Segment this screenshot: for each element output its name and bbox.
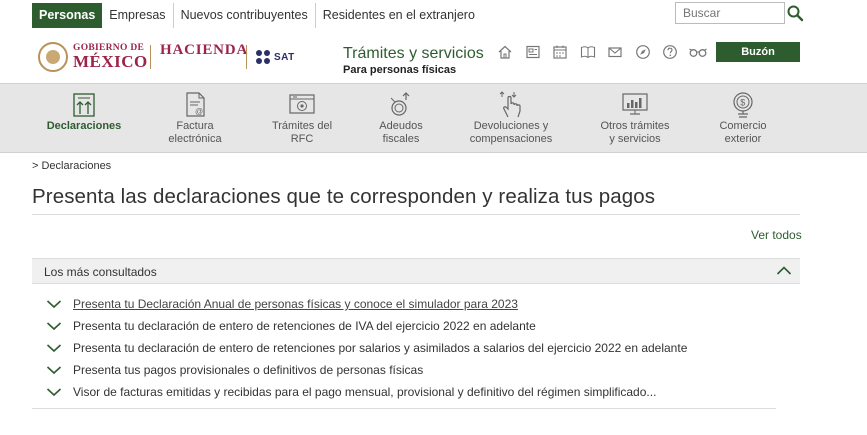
nav-item-declaraciones[interactable]: Declaraciones <box>40 84 128 152</box>
audience-tab-empresas[interactable]: Empresas <box>102 3 174 28</box>
nav-item-adeudos-fiscales[interactable]: Adeudos fiscales <box>361 84 441 152</box>
audience-tab-residentes-extranjero[interactable]: Residentes en el extranjero <box>316 3 482 28</box>
mexico-seal-icon <box>38 42 68 72</box>
section-heading: Trámites y servicios Para personas físic… <box>343 45 484 76</box>
svg-text:@: @ <box>195 107 203 116</box>
list-item-link[interactable]: Presenta tu declaración de entero de ret… <box>73 319 536 333</box>
list-item-link[interactable]: Presenta tu Declaración Anual de persona… <box>73 297 518 311</box>
book-icon[interactable] <box>578 43 598 61</box>
nav-label-line1: Trámites del <box>271 120 333 132</box>
most-consulted-header[interactable]: Los más consultados <box>32 258 800 284</box>
glasses-icon[interactable] <box>688 43 708 61</box>
chevron-down-icon <box>46 386 62 397</box>
nav-label-line1: Otros trámites <box>600 120 670 132</box>
list-item[interactable]: Presenta tu Declaración Anual de persona… <box>44 295 800 317</box>
nav-item-label: Trámites del RFC <box>262 120 342 146</box>
hacienda-logo-text: HACIENDA <box>160 42 249 58</box>
nav-label-line2: fiscales <box>382 133 420 145</box>
chevron-down-icon <box>46 342 62 353</box>
chevron-up-icon[interactable] <box>776 265 792 277</box>
declaraciones-icon <box>69 89 99 119</box>
hacienda-logo[interactable]: HACIENDA <box>160 43 248 65</box>
list-item-link[interactable]: Presenta tus pagos provisionales o defin… <box>73 363 423 377</box>
gob-logo-line2: MÉXICO <box>73 52 148 72</box>
svg-text:$: $ <box>740 98 745 108</box>
nav-label-line2: y servicios <box>609 133 661 145</box>
breadcrumb[interactable]: > Declaraciones <box>32 160 111 172</box>
header-icons <box>495 43 715 61</box>
ver-todos-link[interactable]: Ver todos <box>751 228 802 242</box>
search-input[interactable] <box>675 2 785 24</box>
page-title: Presenta las declaraciones que te corres… <box>32 185 656 208</box>
logo-divider <box>246 45 247 69</box>
sat-mark-icon <box>256 50 271 65</box>
most-consulted-list: Presenta tu Declaración Anual de persona… <box>44 295 800 405</box>
nav-item-factura-electronica[interactable]: @ Factura electrónica <box>155 84 235 152</box>
coins-icon <box>386 89 416 119</box>
calendar-icon[interactable] <box>550 43 570 61</box>
nav-label-line2: compensaciones <box>469 133 553 145</box>
nav-item-label: Adeudos fiscales <box>361 120 441 146</box>
hacienda-logo-subtext <box>160 61 248 65</box>
title-divider <box>32 214 800 215</box>
list-item-link[interactable]: Presenta tu declaración de entero de ret… <box>73 341 687 355</box>
list-item[interactable]: Visor de facturas emitidas y recibidas p… <box>44 383 800 405</box>
nav-item-label: Otros trámites y servicios <box>594 120 676 146</box>
search-icon[interactable] <box>786 4 804 22</box>
nav-item-otros-tramites[interactable]: Otros trámites y servicios <box>594 84 676 152</box>
tramites-title: Trámites y servicios <box>343 45 484 62</box>
sat-logo-text: SAT <box>274 52 295 63</box>
nav-label-line1: Factura <box>176 120 214 132</box>
nav-item-label: Declaraciones <box>46 120 122 132</box>
nav-label-line1: Comercio <box>719 120 767 132</box>
hand-pointer-icon <box>496 89 526 119</box>
list-item[interactable]: Presenta tu declaración de entero de ret… <box>44 339 800 361</box>
invoice-icon: @ <box>180 89 210 119</box>
top-bar: Personas Empresas Nuevos contribuyentes … <box>0 0 867 31</box>
nav-label-line1: Devoluciones y <box>473 120 549 132</box>
list-item-link[interactable]: Visor de facturas emitidas y recibidas p… <box>73 385 656 399</box>
nav-label-line1: Adeudos <box>379 120 423 132</box>
nav-label-line2: RFC <box>290 133 314 145</box>
most-consulted-title: Los más consultados <box>44 265 157 279</box>
gobierno-mexico-logo[interactable]: GOBIERNO DE MÉXICO <box>38 41 148 73</box>
nav-item-label: Comercio exterior <box>704 120 782 146</box>
globe-dollar-icon: $ <box>728 89 758 119</box>
nav-label-line2: electrónica <box>168 133 222 145</box>
nav-item-tramites-rfc[interactable]: Trámites del RFC <box>262 84 342 152</box>
monitor-chart-icon <box>620 89 650 119</box>
news-icon[interactable] <box>523 43 543 61</box>
list-divider <box>32 408 776 409</box>
nav-item-label: Devoluciones y compensaciones <box>466 120 556 146</box>
chevron-down-icon <box>46 320 62 331</box>
sat-logo[interactable]: SAT <box>256 50 295 65</box>
chevron-down-icon <box>46 364 62 375</box>
list-item[interactable]: Presenta tus pagos provisionales o defin… <box>44 361 800 383</box>
rfc-card-icon <box>287 89 317 119</box>
nav-item-devoluciones[interactable]: Devoluciones y compensaciones <box>466 84 556 152</box>
tramites-subtitle: Para personas físicas <box>343 63 457 76</box>
mail-icon[interactable] <box>605 43 625 61</box>
audience-tab-personas[interactable]: Personas <box>32 3 103 28</box>
audience-tab-nuevos-contribuyentes[interactable]: Nuevos contribuyentes <box>174 3 316 28</box>
site-header: GOBIERNO DE MÉXICO HACIENDA SAT Trámites… <box>0 31 867 83</box>
nav-item-label: Factura electrónica <box>155 120 235 146</box>
logo-divider <box>150 45 151 69</box>
help-icon[interactable] <box>660 43 680 61</box>
buzon-tributario-button[interactable]: Buzón Tributario <box>716 42 800 78</box>
nav-label-line2: exterior <box>724 133 762 145</box>
home-icon[interactable] <box>495 43 515 61</box>
main-nav: Declaraciones @ Factura electrónica Trámi… <box>0 83 867 153</box>
audience-nav: Personas Empresas Nuevos contribuyentes … <box>32 3 482 28</box>
chevron-down-icon <box>46 298 62 309</box>
nav-item-comercio-exterior[interactable]: $ Comercio exterior <box>704 84 782 152</box>
list-item[interactable]: Presenta tu declaración de entero de ret… <box>44 317 800 339</box>
compass-icon[interactable] <box>633 43 653 61</box>
